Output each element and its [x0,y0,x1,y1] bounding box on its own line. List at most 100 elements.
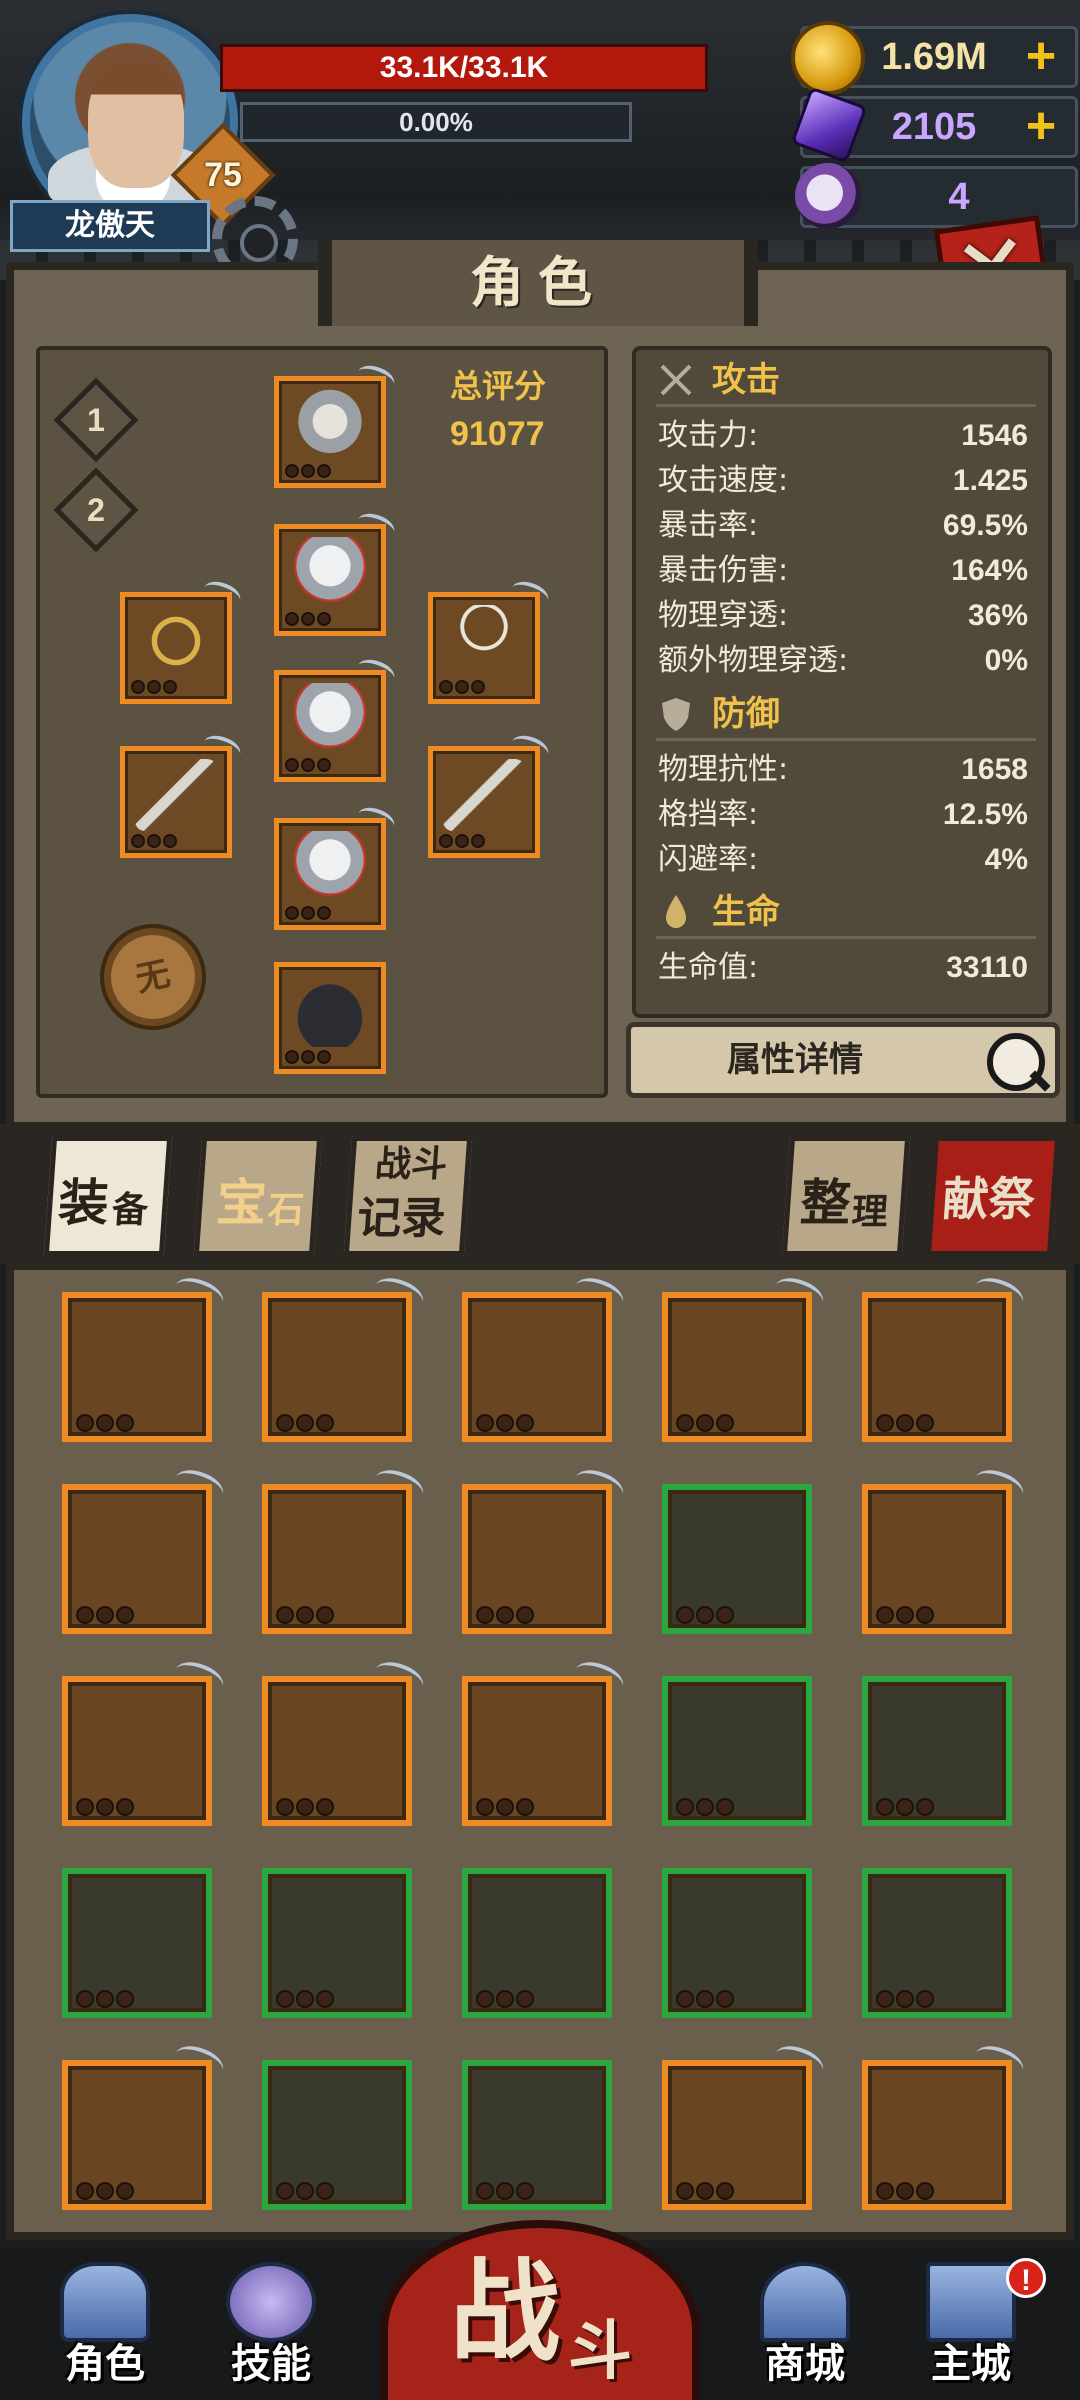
helmet-nav-icon [60,2262,150,2342]
equip-slot-helmet[interactable] [274,361,398,488]
tab-equipment-char2: 备 [110,1190,150,1231]
sacrifice-label: 献祭 [940,1172,1037,1226]
attribute-details-button[interactable]: 属性详情 [626,1022,1060,1098]
stat-value: 33110 [946,951,1028,984]
nav-skill-label: 技能 [231,2341,311,2387]
tab-record-line2: 记录 [355,1193,448,1244]
inventory-item[interactable] [462,2060,612,2210]
inventory-item[interactable] [262,1464,428,1634]
inventory-item[interactable] [662,1484,812,1634]
tab-battle-record[interactable]: 战斗 记录 [343,1136,473,1256]
inventory-item[interactable] [62,2040,228,2210]
equip-slot-shoulder[interactable] [274,509,398,636]
tab-gems[interactable]: 宝 石 [193,1136,323,1256]
inventory-item[interactable] [62,1464,228,1634]
shoulder-armor-icon [289,537,371,609]
title-banner: 角色 [318,240,758,326]
ring-icon [135,605,217,677]
rapier-icon [80,1500,194,1598]
socket-dots [276,1606,336,1624]
scale-mail-icon [680,1692,794,1790]
castle-nav-icon [926,2262,1016,2342]
inventory-item[interactable] [62,1868,212,2018]
inventory-item[interactable] [462,1464,628,1634]
socket-dots [439,833,487,849]
stat-label: 物理抗性: [658,752,789,787]
inventory-item[interactable] [862,1272,1028,1442]
section-divider [656,738,1036,741]
inventory-item[interactable] [462,1272,628,1442]
stat-label: 暴击伤害: [658,553,789,588]
total-score-value: 91077 [450,415,545,453]
inventory-item[interactable] [462,1868,612,2018]
nav-skill[interactable]: 技能 [206,2262,336,2394]
equip-slot-mainhand[interactable] [120,731,244,858]
inventory-item[interactable] [862,2040,1028,2210]
purple-gem-icon [790,86,868,164]
socket-dots [676,2182,736,2200]
nav-role[interactable]: 角色 [40,2262,170,2394]
equip-slot-offhand[interactable] [428,731,552,858]
claw-necklace-icon [880,2076,994,2174]
sacrifice-button[interactable]: 献祭 [925,1136,1061,1256]
bandage-armor-icon [880,1692,994,1790]
inventory-item[interactable] [662,1272,828,1442]
inventory-item[interactable] [262,1656,428,1826]
socket-dots [476,1606,536,1624]
inventory-item[interactable] [262,1868,412,2018]
sort-button[interactable]: 整 理 [781,1136,911,1256]
avatar-face [88,58,184,188]
inventory-item[interactable] [662,1868,812,2018]
socket-dots [876,1798,936,1816]
inventory-item[interactable] [662,2040,828,2210]
socket-dots [285,905,333,921]
tab-equipment[interactable]: 装 备 [43,1136,173,1256]
inventory-item[interactable] [862,1868,1012,2018]
stat-row: 闪避率: 4% [658,838,1028,882]
socket-dots [131,833,179,849]
add-gems-button[interactable]: + [1017,100,1065,152]
socket-dots [439,679,487,695]
battle-char1: 战 [450,2248,560,2376]
socket-dots [285,463,333,479]
inventory-item[interactable] [462,1656,628,1826]
socket-dots [276,2182,336,2200]
dark-coat-icon [880,1884,994,1982]
player-name: 龙傲天 [10,200,210,252]
battle-char2: 斗 [568,2315,632,2389]
socket-dots [76,1414,136,1432]
chest-armor-icon [80,1692,194,1790]
notification-badge: ! [1006,2258,1046,2298]
life-title-text: 生命 [712,892,780,932]
attack-title-text: 攻击 [712,360,780,400]
battle-button[interactable]: 战 斗 [380,2220,700,2400]
stat-row: 格挡率: 12.5% [658,793,1028,837]
rune-seal-icon[interactable]: 无 [100,924,206,1030]
add-gold-button[interactable]: + [1017,30,1065,82]
gauntlet-icon [289,831,371,903]
stat-row: 攻击力: 1546 [658,414,1028,458]
equip-slot-ring[interactable] [120,577,244,704]
equip-slot-belt[interactable] [274,655,398,782]
socket-dots [285,1049,333,1065]
nav-shop[interactable]: 商城 [740,2262,870,2394]
stat-value: 1658 [961,753,1028,786]
socket-dots [676,1606,736,1624]
magnifier-icon [987,1033,1045,1091]
page-title: 角色 [470,251,606,314]
equip-slot-necklace[interactable] [428,577,552,704]
inventory-item[interactable] [862,1676,1012,1826]
rapier-icon [443,759,525,831]
inventory-item[interactable] [662,1676,812,1826]
inventory-item[interactable] [862,1464,1028,1634]
socket-dots [676,1798,736,1816]
inventory-item[interactable] [262,2060,412,2210]
inventory-item[interactable] [62,1656,228,1826]
equip-slot-boots[interactable] [274,962,386,1074]
inventory-item[interactable] [62,1272,228,1442]
inventory-item[interactable] [262,1272,428,1442]
equip-slot-gloves[interactable] [274,803,398,930]
stat-label: 暴击率: [658,508,759,543]
stat-label: 攻击力: [658,418,759,453]
socket-dots [276,1990,336,2008]
